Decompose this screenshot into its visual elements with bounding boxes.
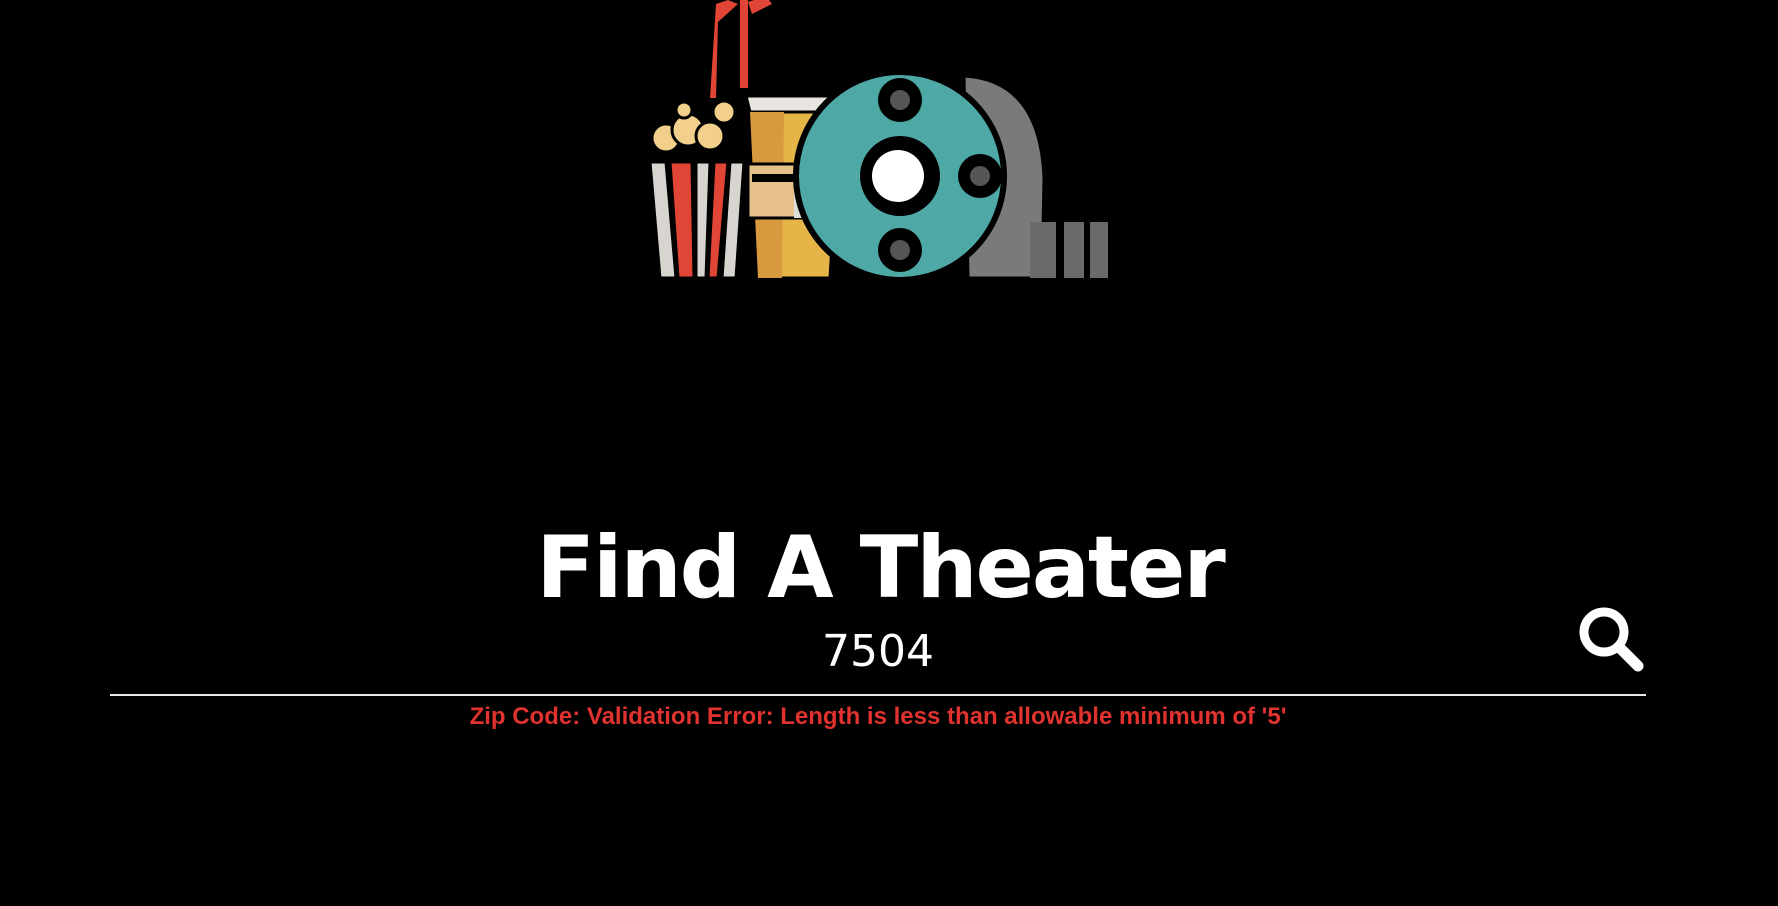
search-icon xyxy=(1579,607,1644,672)
film-reel-icon xyxy=(793,69,1108,283)
popcorn-icon xyxy=(648,99,746,280)
search-button[interactable] xyxy=(1576,604,1646,674)
zip-validation-error: Zip Code: Validation Error: Length is le… xyxy=(469,703,1287,730)
movie-theater-logo-icon xyxy=(644,0,1108,286)
zip-code-input[interactable] xyxy=(110,596,1646,696)
zip-search-form xyxy=(110,596,1646,698)
